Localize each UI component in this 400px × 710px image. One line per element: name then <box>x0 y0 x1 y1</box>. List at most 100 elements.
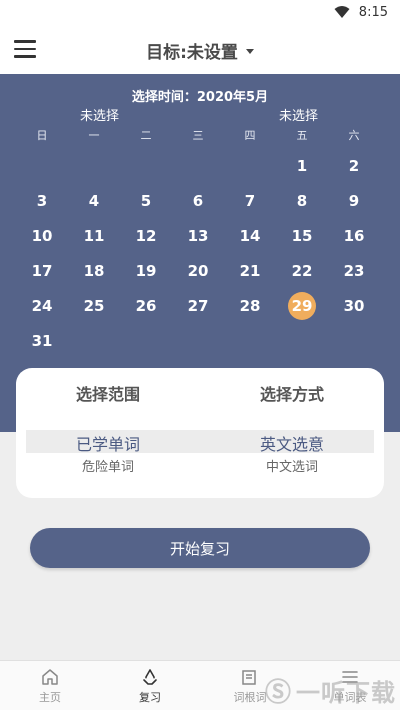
method-picker-option[interactable]: 中文选词 <box>200 456 384 475</box>
calendar-day[interactable]: 16 <box>328 218 380 253</box>
calendar-empty-cell <box>276 323 328 358</box>
recycle-icon <box>143 668 157 685</box>
calendar-day[interactable]: 10 <box>16 218 68 253</box>
calendar-day-number: 15 <box>291 226 313 245</box>
goal-selector[interactable]: 目标:未设置 <box>0 38 400 63</box>
range-picker-option[interactable]: 危险单词 <box>16 456 200 475</box>
calendar-day[interactable]: 11 <box>68 218 120 253</box>
calendar-day[interactable]: 18 <box>68 253 120 288</box>
calendar-day-number: 13 <box>187 226 209 245</box>
home-icon <box>42 668 58 685</box>
calendar-day[interactable]: 31 <box>16 323 68 358</box>
calendar-week-row: 17 18 19 20 21 22 23 <box>16 253 380 288</box>
calendar-day[interactable]: 28 <box>224 288 276 323</box>
calendar-day[interactable]: 12 <box>120 218 172 253</box>
calendar-day[interactable]: 4 <box>68 183 120 218</box>
calendar-day[interactable]: 23 <box>328 253 380 288</box>
calendar-day-number: 3 <box>36 191 48 210</box>
start-review-button[interactable]: 开始复习 <box>30 528 370 568</box>
calendar-day-number: 24 <box>31 296 53 315</box>
calendar-day-today[interactable]: 29 <box>276 288 328 323</box>
calendar-empty-cell <box>68 323 120 358</box>
nav-label: 词根词 <box>233 690 267 704</box>
calendar-day-number: 16 <box>343 226 365 245</box>
weekday-label: 日 <box>36 129 48 142</box>
calendar-day[interactable]: 14 <box>224 218 276 253</box>
range-picker-selected[interactable]: 已学单词 <box>16 431 200 455</box>
calendar-day-number: 14 <box>239 226 261 245</box>
calendar-empty-cell <box>68 148 120 183</box>
calendar-day[interactable]: 20 <box>172 253 224 288</box>
status-time: 8:15 <box>358 5 388 20</box>
calendar-day-number: 25 <box>83 296 105 315</box>
calendar-day[interactable]: 3 <box>16 183 68 218</box>
calendar-day[interactable]: 22 <box>276 253 328 288</box>
calendar-day[interactable]: 24 <box>16 288 68 323</box>
range-header: 选择范围 <box>75 385 140 404</box>
status-bar: 8:15 <box>0 0 400 26</box>
calendar-day-number: 2 <box>348 156 360 175</box>
calendar-day[interactable]: 7 <box>224 183 276 218</box>
calendar-day-number: 7 <box>244 191 256 210</box>
watermark-text: 一听下载 <box>296 679 396 707</box>
weekday-label: 五 <box>296 129 308 142</box>
calendar-day-number: 4 <box>88 191 100 210</box>
calendar-day[interactable]: 19 <box>120 253 172 288</box>
calendar-empty-cell <box>224 148 276 183</box>
calendar-day[interactable]: 5 <box>120 183 172 218</box>
method-header: 选择方式 <box>259 385 324 404</box>
calendar-empty-cell <box>120 148 172 183</box>
app-bar: 目标:未设置 <box>0 26 400 74</box>
calendar-day[interactable]: 26 <box>120 288 172 323</box>
calendar-day-number: 18 <box>83 261 105 280</box>
calendar-day-number: 17 <box>31 261 53 280</box>
watermark-logo-icon: Ⓢ <box>264 678 292 708</box>
calendar-day-number: 10 <box>31 226 53 245</box>
calendar-day-number: 22 <box>291 261 313 280</box>
calendar-day[interactable]: 30 <box>328 288 380 323</box>
calendar-day-number: 27 <box>187 296 209 315</box>
book-icon <box>242 669 256 685</box>
calendar-day[interactable]: 27 <box>172 288 224 323</box>
calendar-day-number: 5 <box>140 191 152 210</box>
calendar-empty-cell <box>172 323 224 358</box>
calendar-day[interactable]: 6 <box>172 183 224 218</box>
weekday-label: 二 <box>140 129 152 142</box>
weekday-label: 六 <box>348 129 360 142</box>
calendar-day[interactable]: 2 <box>328 148 380 183</box>
calendar-day-number: 9 <box>348 191 360 210</box>
weekday-label: 一 <box>88 129 100 142</box>
calendar-day[interactable]: 13 <box>172 218 224 253</box>
calendar-day-number: 21 <box>239 261 261 280</box>
calendar-empty-cell <box>16 148 68 183</box>
nav-item-review[interactable]: 复习 <box>100 661 200 710</box>
calendar-day-number: 12 <box>135 226 157 245</box>
calendar-empty-cell <box>328 323 380 358</box>
weekday-label: 四 <box>244 129 256 142</box>
calendar-day[interactable]: 8 <box>276 183 328 218</box>
review-options-card: 选择范围 选择方式 已学单词 英文选意 危险单词 中文选词 <box>16 368 384 498</box>
calendar-day-number: 19 <box>135 261 157 280</box>
calendar-day[interactable]: 21 <box>224 253 276 288</box>
calendar-day-number: 1 <box>296 156 308 175</box>
calendar-week-row: 31 <box>16 323 380 358</box>
calendar-day[interactable]: 17 <box>16 253 68 288</box>
nav-item-home[interactable]: 主页 <box>0 661 100 710</box>
calendar-day[interactable]: 9 <box>328 183 380 218</box>
weekday-header: 日 一 二 三 四 五 六 <box>16 127 380 143</box>
calendar-day-number: 30 <box>343 296 365 315</box>
calendar-day-number: 20 <box>187 261 209 280</box>
nav-label: 复习 <box>139 690 161 704</box>
watermark: Ⓢ 一听下载 <box>265 672 396 709</box>
goal-label: 目标:未设置 <box>146 43 238 63</box>
calendar-title: 选择时间：2020年5月 <box>131 90 269 105</box>
calendar-week-row: 3 4 5 6 7 8 9 <box>16 183 380 218</box>
calendar-week-row: 12 <box>16 148 380 183</box>
calendar-day-number: 11 <box>83 226 105 245</box>
calendar-day[interactable]: 15 <box>276 218 328 253</box>
calendar-day[interactable]: 1 <box>276 148 328 183</box>
calendar-day[interactable]: 25 <box>68 288 120 323</box>
calendar-week-row: 10 11 12 13 14 15 16 <box>16 218 380 253</box>
calendar-empty-cell <box>120 323 172 358</box>
method-picker-selected[interactable]: 英文选意 <box>200 431 384 455</box>
